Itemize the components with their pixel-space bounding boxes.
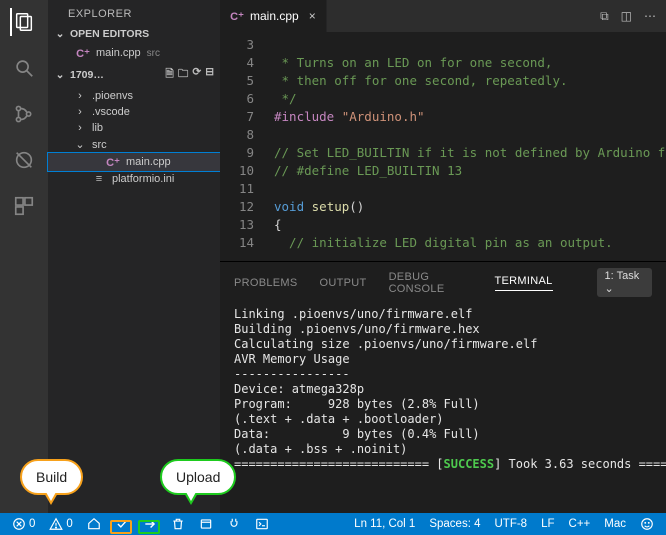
chevron-down-icon: ⌄ bbox=[54, 28, 66, 40]
explorer-sidebar: EXPLORER ⌄ OPEN EDITORS C⁺ main.cpp src … bbox=[48, 0, 220, 513]
new-folder-icon[interactable]: 🗀 bbox=[178, 66, 189, 84]
callout-upload: Upload bbox=[160, 459, 236, 495]
status-spaces[interactable]: Spaces: 4 bbox=[425, 518, 484, 530]
folder-item[interactable]: ›.vscode bbox=[48, 104, 220, 120]
tab-label: main.cpp bbox=[250, 9, 299, 23]
cpp-file-icon: C⁺ bbox=[106, 155, 120, 169]
project-header[interactable]: ⌄ 1709… 🗎 🗀 ⟳ ⊟ bbox=[48, 64, 220, 86]
cpp-file-icon: C⁺ bbox=[230, 9, 244, 23]
folder-item[interactable]: ⌄src bbox=[48, 136, 220, 153]
panel-tab-problems[interactable]: PROBLEMS bbox=[234, 277, 298, 289]
status-feedback-icon[interactable] bbox=[636, 517, 658, 531]
file-item[interactable]: C⁺main.cpp bbox=[48, 153, 220, 171]
status-os[interactable]: Mac bbox=[600, 518, 630, 530]
more-icon[interactable]: ⋯ bbox=[644, 9, 656, 23]
status-build-button[interactable] bbox=[111, 517, 133, 531]
open-editors-header[interactable]: ⌄ OPEN EDITORS bbox=[48, 26, 220, 42]
status-serial-button[interactable] bbox=[223, 517, 245, 531]
task-selector[interactable]: 1: Task ⌄ bbox=[597, 268, 652, 297]
activity-explorer-icon[interactable] bbox=[10, 8, 38, 36]
open-editor-item[interactable]: C⁺ main.cpp src bbox=[48, 44, 220, 62]
collapse-icon[interactable]: ⊟ bbox=[205, 66, 214, 84]
status-bar: 0 0 Ln 11, Col 1 Spaces: 4 UTF-8 bbox=[0, 513, 666, 535]
folder-item[interactable]: ›lib bbox=[48, 120, 220, 136]
split-icon[interactable]: ◫ bbox=[621, 9, 632, 23]
new-file-icon[interactable]: 🗎 bbox=[165, 66, 173, 84]
tab-main-cpp[interactable]: C⁺ main.cpp × bbox=[220, 0, 327, 32]
status-language[interactable]: C++ bbox=[565, 518, 595, 530]
panel-tab-output[interactable]: OUTPUT bbox=[320, 277, 367, 289]
panel-tab-terminal[interactable]: TERMINAL bbox=[495, 275, 553, 291]
bottom-panel: PROBLEMS OUTPUT DEBUG CONSOLE TERMINAL 1… bbox=[220, 261, 666, 513]
project-name: 1709… bbox=[70, 69, 104, 81]
status-cursor[interactable]: Ln 11, Col 1 bbox=[350, 518, 419, 530]
code-content[interactable]: * Turns on an LED on for one second, * t… bbox=[268, 32, 666, 261]
ini-file-icon: ≡ bbox=[92, 173, 106, 185]
editor-tabbar: C⁺ main.cpp × ⧉ ◫ ⋯ bbox=[220, 0, 666, 32]
chevron-icon: › bbox=[74, 106, 86, 118]
line-gutter: 34567891011121314 bbox=[220, 32, 268, 261]
panel-tab-debug[interactable]: DEBUG CONSOLE bbox=[389, 271, 473, 295]
callout-build: Build bbox=[20, 459, 83, 495]
refresh-icon[interactable]: ⟳ bbox=[192, 66, 201, 84]
cpp-file-icon: C⁺ bbox=[76, 46, 90, 60]
status-errors[interactable]: 0 bbox=[8, 517, 39, 531]
folder-item[interactable]: ›.pioenvs bbox=[48, 88, 220, 104]
status-tasks-button[interactable] bbox=[195, 517, 217, 531]
activity-search-icon[interactable] bbox=[10, 54, 38, 82]
chevron-icon: ⌄ bbox=[74, 138, 86, 151]
file-item[interactable]: ≡platformio.ini bbox=[48, 171, 220, 187]
status-terminal-button[interactable] bbox=[251, 517, 273, 531]
explorer-title: EXPLORER bbox=[48, 0, 220, 26]
status-home-button[interactable] bbox=[83, 517, 105, 531]
open-editors-label: OPEN EDITORS bbox=[70, 28, 149, 40]
status-eol[interactable]: LF bbox=[537, 518, 558, 530]
terminal-output[interactable]: Linking .pioenvs/uno/firmware.elfBuildin… bbox=[220, 303, 666, 513]
chevron-icon: › bbox=[74, 90, 86, 102]
status-encoding[interactable]: UTF-8 bbox=[491, 518, 532, 530]
compare-icon[interactable]: ⧉ bbox=[600, 9, 609, 24]
code-editor[interactable]: 34567891011121314 * Turns on an LED on f… bbox=[220, 32, 666, 261]
status-trash-button[interactable] bbox=[167, 517, 189, 531]
activity-debug-icon[interactable] bbox=[10, 146, 38, 174]
activity-scm-icon[interactable] bbox=[10, 100, 38, 128]
chevron-down-icon: ⌄ bbox=[54, 69, 66, 81]
status-upload-button[interactable] bbox=[139, 517, 161, 531]
activity-extensions-icon[interactable] bbox=[10, 192, 38, 220]
activity-bar bbox=[0, 0, 48, 513]
close-icon[interactable]: × bbox=[309, 9, 316, 23]
status-warnings[interactable]: 0 bbox=[45, 517, 76, 531]
chevron-icon: › bbox=[74, 122, 86, 134]
